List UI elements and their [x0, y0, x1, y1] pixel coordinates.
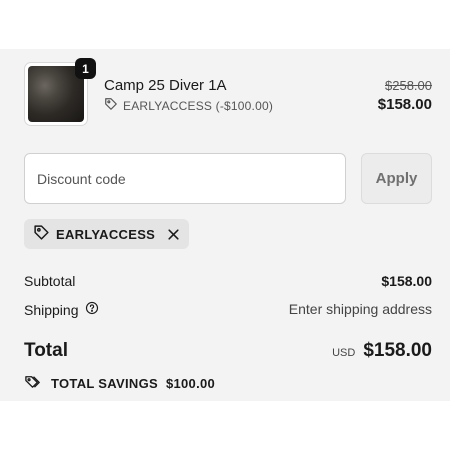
applied-discount-chip: EARLYACCESS	[24, 219, 190, 249]
tags-icon	[24, 373, 43, 393]
tag-icon	[104, 97, 118, 114]
close-icon[interactable]	[167, 228, 180, 241]
savings-value: $100.00	[165, 375, 216, 391]
total-value-group: USD $158.00	[332, 340, 432, 362]
applied-discount-code: EARLYACCESS	[56, 226, 156, 242]
subtotal-label: Subtotal	[24, 273, 76, 289]
total-savings: TOTAL SAVINGS $100.00	[24, 373, 215, 393]
total-amount: $158.00	[363, 340, 432, 361]
product-discount-text: EARLYACCESS (-$100.00)	[123, 98, 274, 113]
shipping-value: Enter shipping address	[288, 301, 432, 317]
shipping-label: Shipping	[24, 301, 79, 318]
currency-code: USD	[332, 347, 356, 359]
total-label: Total	[24, 340, 68, 361]
product-thumbnail: 1	[24, 58, 96, 126]
discounted-price: $158.00	[377, 96, 432, 113]
shipping-label-row: Shipping	[24, 301, 99, 318]
savings-label: TOTAL SAVINGS	[51, 375, 158, 391]
discount-code-input[interactable]	[24, 153, 346, 204]
original-price: $258.00	[385, 78, 432, 93]
subtotal-value: $158.00	[381, 273, 432, 289]
product-discount: EARLYACCESS (-$100.00)	[104, 97, 273, 114]
product-name: Camp 25 Diver 1A	[104, 77, 227, 94]
quantity-badge: 1	[75, 58, 96, 79]
apply-button[interactable]: Apply	[361, 153, 432, 204]
help-circle-icon[interactable]	[85, 301, 99, 318]
tag-icon	[33, 224, 50, 244]
